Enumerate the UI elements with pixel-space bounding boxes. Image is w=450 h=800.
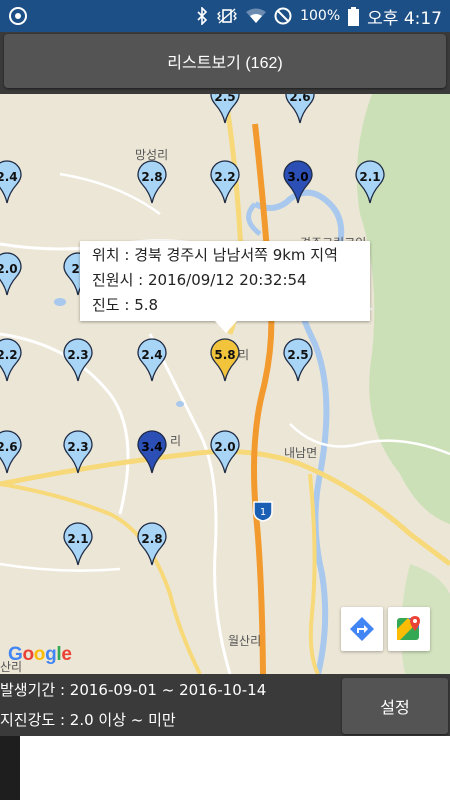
popup-tail xyxy=(215,321,237,333)
marker-value: 2.6 xyxy=(0,440,18,454)
place-label: 월산리 xyxy=(228,634,262,648)
earthquake-marker[interactable]: 3.4 xyxy=(137,430,167,474)
earthquake-marker[interactable]: 2.4 xyxy=(0,160,22,204)
app-notification-icon xyxy=(9,7,27,25)
marker-value: 2.2 xyxy=(0,348,18,362)
popup-magnitude: 진도 : 5.8 xyxy=(92,296,159,314)
battery-icon xyxy=(348,6,360,26)
earthquake-marker[interactable]: 2.3 xyxy=(63,430,93,474)
marker-value: 2.8 xyxy=(141,170,163,184)
earthquake-marker[interactable]: 2.1 xyxy=(63,522,93,566)
marker-value: 2.3 xyxy=(67,348,89,362)
open-google-maps-button[interactable] xyxy=(388,607,430,651)
period-text: 발생기간 : 2016-09-01 ~ 2016-10-14 xyxy=(0,681,267,699)
place-label: 리 xyxy=(170,434,182,448)
highway-shield-label: 1 xyxy=(260,507,266,518)
earthquake-marker[interactable]: 2.0 xyxy=(210,430,240,474)
marker-value: 2.8 xyxy=(141,532,163,546)
popup-origin-time: 진원시 : 2016/09/12 20:32:54 xyxy=(92,271,307,289)
intensity-text: 지진강도 : 2.0 이상 ~ 미만 xyxy=(0,711,176,729)
earthquake-info-popup[interactable]: 위치 : 경북 경주시 남남서쪽 9km 지역 진원시 : 2016/09/12… xyxy=(80,241,370,333)
marker-value: 2.4 xyxy=(0,170,18,184)
map-view[interactable]: 망성리 내남면 월산리 리 리 산리 경주그린코인 1 2.52.62.42.8… xyxy=(0,94,450,674)
google-logo: Google xyxy=(8,644,72,665)
earthquake-marker[interactable]: 2.0 xyxy=(0,252,22,296)
earthquake-marker[interactable]: 2.4 xyxy=(137,338,167,382)
blocked-icon xyxy=(274,7,292,25)
earthquake-marker[interactable]: 2.6 xyxy=(0,430,22,474)
marker-value: 2.1 xyxy=(67,532,89,546)
clock: 오후 4:17 xyxy=(367,8,442,29)
popup-location: 위치 : 경북 경주시 남남서쪽 9km 지역 xyxy=(92,246,338,264)
earthquake-marker[interactable]: 2.6 xyxy=(285,94,315,124)
marker-value: 5.8 xyxy=(214,348,236,362)
marker-value: 3.0 xyxy=(287,170,309,184)
wifi-icon xyxy=(246,8,267,23)
list-view-button[interactable]: 리스트보기 (162) xyxy=(4,34,446,88)
earthquake-marker[interactable]: 2.8 xyxy=(137,160,167,204)
earthquake-marker[interactable]: 2.2 xyxy=(0,338,22,382)
earthquake-marker[interactable]: 3.0 xyxy=(283,160,313,204)
battery-percent: 100% xyxy=(300,8,341,24)
marker-value: 2.1 xyxy=(359,170,381,184)
earthquake-marker[interactable]: 5.8 xyxy=(210,338,240,382)
bluetooth-icon xyxy=(197,7,208,25)
vibrate-icon xyxy=(217,8,238,24)
earthquake-marker[interactable]: 2.1 xyxy=(355,160,385,204)
marker-value: 2.4 xyxy=(141,348,163,362)
settings-button[interactable]: 설정 xyxy=(342,678,448,734)
marker-value: 3.4 xyxy=(141,440,163,454)
directions-icon xyxy=(350,617,374,641)
ad-banner-area xyxy=(0,736,450,800)
earthquake-marker[interactable]: 2.2 xyxy=(210,160,240,204)
status-bar: 100% 오후 4:17 xyxy=(0,0,450,32)
marker-value: 2.5 xyxy=(214,94,236,104)
google-maps-icon xyxy=(397,616,420,640)
directions-button[interactable] xyxy=(341,607,383,651)
marker-value: 2.3 xyxy=(67,440,89,454)
marker-value: 2.0 xyxy=(214,440,236,454)
earthquake-marker[interactable]: 2.5 xyxy=(283,338,313,382)
earthquake-marker[interactable]: 2.3 xyxy=(63,338,93,382)
marker-value: 2.0 xyxy=(0,262,18,276)
place-label: 내남면 xyxy=(284,446,318,460)
earthquake-marker[interactable]: 2.8 xyxy=(137,522,167,566)
earthquake-marker[interactable]: 2.5 xyxy=(210,94,240,124)
highway-shield-icon: 1 xyxy=(253,501,273,522)
marker-value: 2.2 xyxy=(214,170,236,184)
marker-value: 2.6 xyxy=(289,94,311,104)
marker-value: 2.5 xyxy=(287,348,309,362)
ad-banner[interactable] xyxy=(20,736,450,800)
